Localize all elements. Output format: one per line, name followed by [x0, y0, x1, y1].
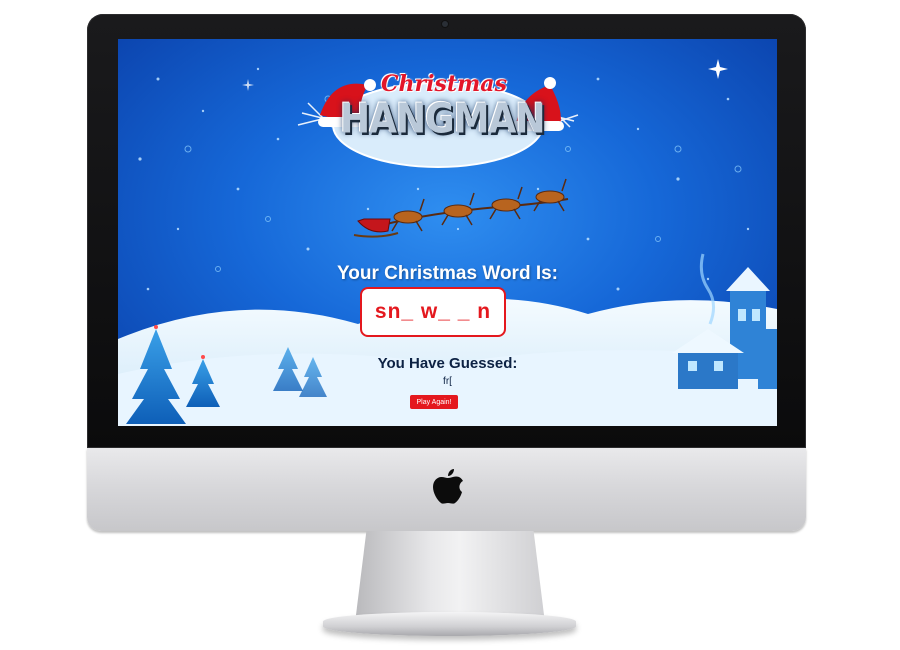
play-again-button[interactable]: Play Again! — [410, 395, 458, 409]
logo-script-text: Christmas — [381, 71, 507, 97]
logo-main-text: HANGMAN — [340, 95, 545, 144]
word-display-text: sn_ w_ _ n — [374, 300, 492, 323]
game-logo: Christmas HANGMAN — [288, 55, 588, 185]
game-screen: Christmas HANGMAN Your Christmas Word Is… — [118, 39, 777, 426]
monitor-stand-base — [323, 612, 576, 636]
word-title: Your Christmas Word Is: — [337, 263, 558, 284]
reindeer-sleigh-icon — [353, 178, 569, 238]
camera-icon — [442, 21, 448, 27]
guessed-title: You Have Guessed: — [377, 355, 518, 372]
word-display: sn_ w_ _ n — [360, 287, 506, 337]
monitor-stand — [355, 531, 545, 623]
guessed-letters: fr[ — [443, 376, 452, 387]
apple-icon — [433, 469, 463, 504]
